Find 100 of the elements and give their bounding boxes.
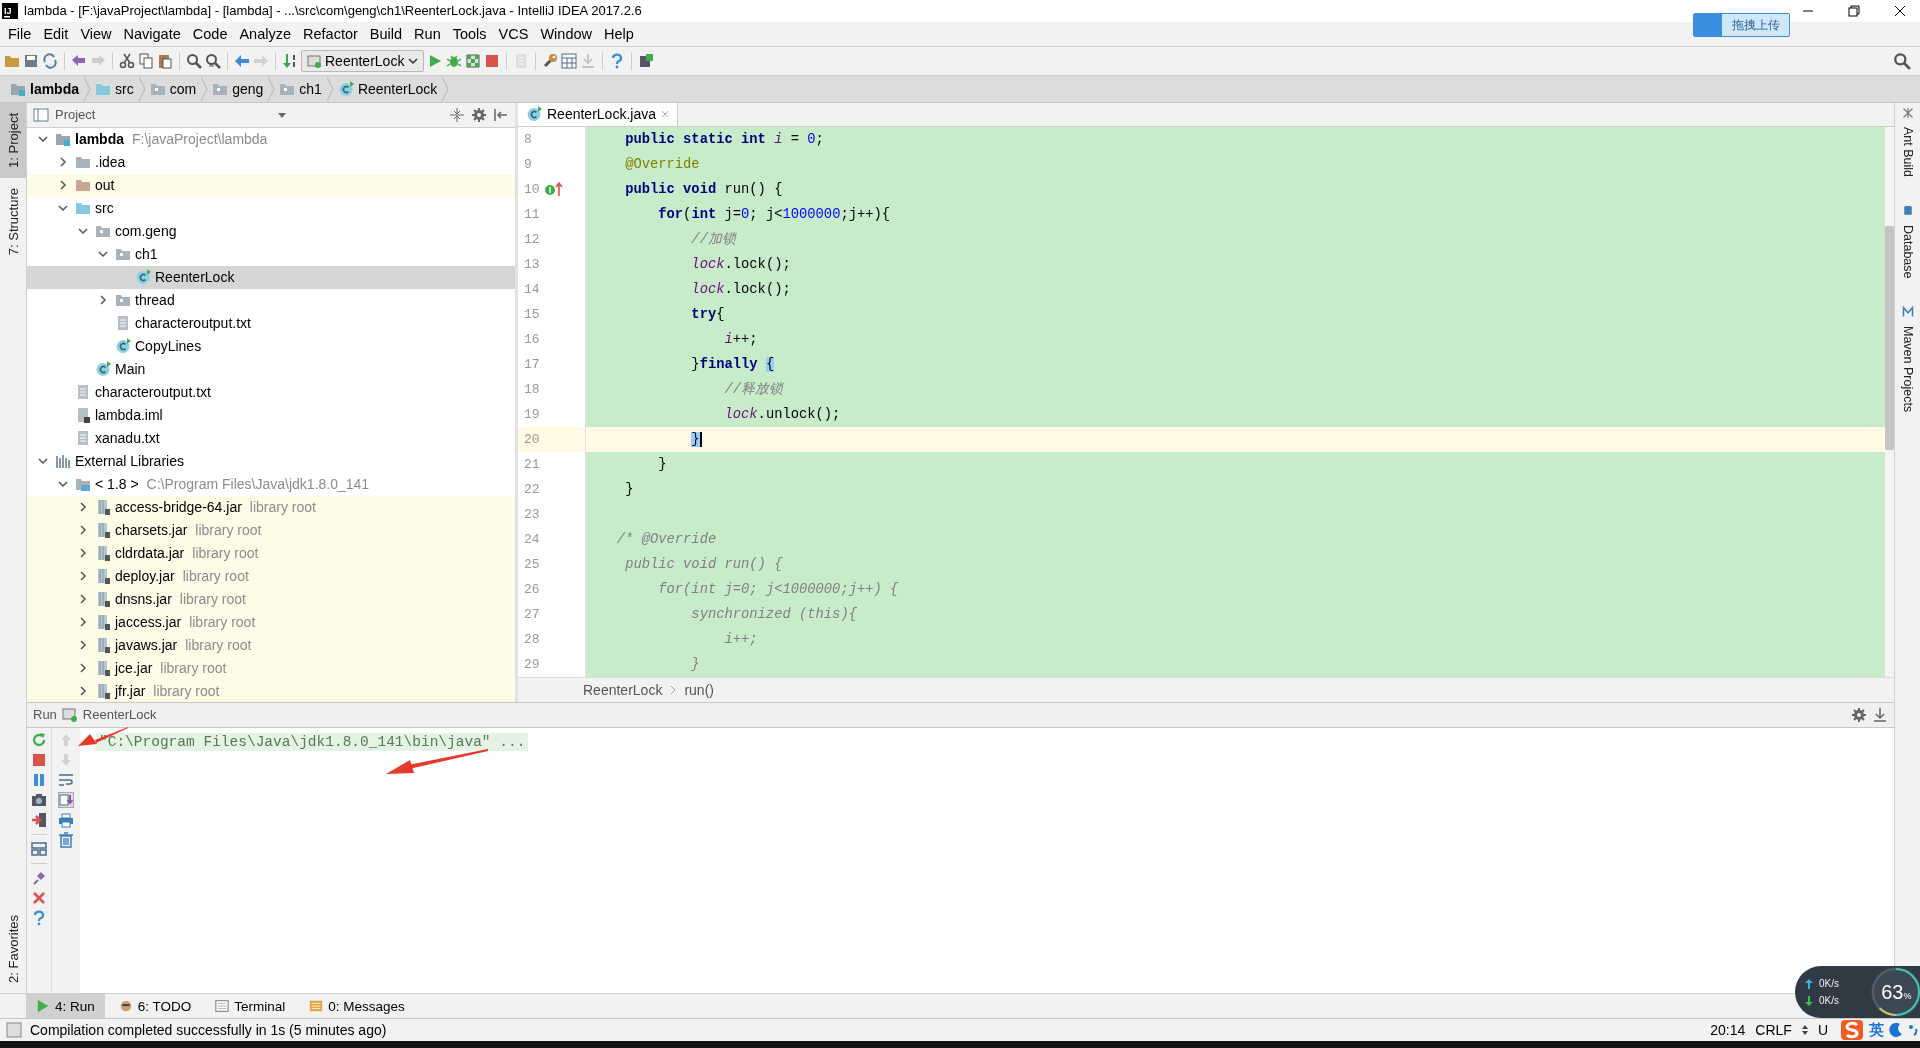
menu-item[interactable]: Tools bbox=[446, 22, 493, 45]
tree-row[interactable]: out bbox=[27, 173, 515, 197]
collapse-chevron-icon[interactable] bbox=[58, 479, 68, 490]
expand-chevron-icon[interactable] bbox=[98, 295, 108, 306]
collapse-chevron-icon[interactable] bbox=[38, 456, 48, 467]
tool-window-tab[interactable]: 1: Project bbox=[0, 102, 26, 178]
menu-item[interactable]: VCS bbox=[492, 22, 535, 45]
tree-row[interactable]: jce.jar library root bbox=[27, 656, 515, 680]
expand-chevron-icon[interactable] bbox=[78, 548, 88, 559]
menu-item[interactable]: Help bbox=[598, 22, 640, 45]
tool-window-tab[interactable]: Maven Projects bbox=[1895, 320, 1920, 419]
pause-icon[interactable] bbox=[31, 771, 47, 788]
menu-item[interactable]: Edit bbox=[37, 22, 75, 45]
collapse-chevron-icon[interactable] bbox=[98, 249, 108, 260]
breadcrumb-item[interactable]: com bbox=[145, 76, 201, 101]
coverage-icon[interactable] bbox=[465, 52, 482, 69]
close-icon[interactable] bbox=[1894, 4, 1906, 17]
search-icon[interactable] bbox=[1893, 51, 1911, 70]
menu-item[interactable]: Code bbox=[186, 22, 234, 45]
tree-row[interactable]: lambda.iml bbox=[27, 403, 515, 427]
tree-row[interactable]: < 1.8 > C:\Program Files\Java\jdk1.8.0_141 bbox=[27, 472, 515, 496]
debug-icon[interactable] bbox=[446, 52, 463, 69]
scrollbar-thumb[interactable] bbox=[1885, 225, 1894, 450]
menu-item[interactable]: Window bbox=[534, 22, 598, 45]
breadcrumb-item[interactable]: ReenterLock bbox=[333, 76, 442, 101]
tree-row[interactable]: External Libraries bbox=[27, 449, 515, 473]
tool-window-tab[interactable]: Terminal bbox=[205, 994, 296, 1019]
soft-wrap-icon[interactable] bbox=[58, 771, 74, 788]
input-method-logo[interactable] bbox=[1840, 1019, 1864, 1041]
menu-item[interactable]: View bbox=[74, 22, 118, 45]
grid-icon[interactable] bbox=[561, 52, 578, 69]
wrench-icon[interactable] bbox=[542, 52, 559, 69]
run-tab-label[interactable]: ReenterLock bbox=[82, 707, 157, 723]
settings-icon[interactable] bbox=[1851, 706, 1867, 723]
tree-row[interactable]: ch1 bbox=[27, 242, 515, 266]
menu-item[interactable]: Analyze bbox=[233, 22, 298, 45]
tree-row[interactable]: ReenterLock bbox=[27, 265, 515, 289]
print-icon[interactable] bbox=[58, 811, 74, 828]
replace-icon[interactable] bbox=[205, 52, 221, 69]
line-separator[interactable]: CRLF bbox=[1755, 1022, 1792, 1039]
tree-row[interactable]: src bbox=[27, 196, 515, 220]
tree-row[interactable]: xanadu.txt bbox=[27, 426, 515, 450]
expand-chevron-icon[interactable] bbox=[58, 157, 68, 168]
expand-chevron-icon[interactable] bbox=[78, 640, 88, 651]
input-mode[interactable]: 英 bbox=[1869, 1020, 1884, 1040]
run-config-dropdown[interactable]: ReenterLock bbox=[301, 49, 425, 72]
layout-icon[interactable] bbox=[31, 840, 47, 857]
expand-chevron-icon[interactable] bbox=[78, 686, 88, 697]
expand-chevron-icon[interactable] bbox=[78, 571, 88, 582]
breadcrumb-item[interactable]: run() bbox=[682, 681, 716, 698]
exit-icon[interactable] bbox=[31, 811, 47, 828]
stop-icon[interactable] bbox=[484, 52, 501, 69]
caret-position[interactable]: 20:14 bbox=[1710, 1022, 1746, 1039]
expand-chevron-icon[interactable] bbox=[78, 617, 88, 628]
menu-item[interactable]: File bbox=[2, 22, 38, 45]
tree-row[interactable]: thread bbox=[27, 288, 515, 312]
tree-row[interactable]: lambda F:\javaProject\lambda bbox=[27, 127, 515, 151]
tree-row[interactable]: javaws.jar library root bbox=[27, 633, 515, 657]
menu-item[interactable]: Build bbox=[363, 22, 409, 45]
tool-window-tab[interactable]: Ant Build bbox=[1895, 120, 1920, 183]
tree-row[interactable]: cldrdata.jar library root bbox=[27, 541, 515, 565]
search-icon[interactable] bbox=[186, 52, 202, 69]
tree-row[interactable]: com.geng bbox=[27, 219, 515, 243]
moon-icon[interactable] bbox=[1889, 1023, 1903, 1037]
breadcrumb-item[interactable]: lambda bbox=[6, 76, 83, 101]
tree-row[interactable]: characteroutput.txt bbox=[27, 311, 515, 335]
menu-item[interactable]: Navigate bbox=[117, 22, 187, 45]
tool-window-tab[interactable]: 2: Favorites bbox=[0, 905, 26, 994]
pin-icon[interactable] bbox=[31, 869, 47, 886]
restore-icon[interactable] bbox=[1848, 4, 1860, 17]
upload-widget[interactable]: 拖拽上传 bbox=[1693, 13, 1790, 37]
scroll-to-end-icon[interactable] bbox=[58, 791, 74, 808]
file-encoding[interactable]: U bbox=[1817, 1022, 1828, 1039]
camera-icon[interactable] bbox=[31, 791, 47, 808]
expand-chevron-icon[interactable] bbox=[78, 525, 88, 536]
paste-icon[interactable] bbox=[157, 52, 173, 69]
tool-window-tab[interactable]: 0: Messages bbox=[299, 994, 415, 1019]
punctuation-icon[interactable] bbox=[1908, 1023, 1918, 1037]
collapse-chevron-icon[interactable] bbox=[78, 226, 88, 237]
menu-item[interactable]: Refactor bbox=[297, 22, 364, 45]
save-icon[interactable] bbox=[23, 52, 39, 69]
tool-window-tab[interactable]: 7: Structure bbox=[0, 177, 26, 265]
collapse-chevron-icon[interactable] bbox=[58, 203, 68, 214]
tree-row[interactable]: jaccess.jar library root bbox=[27, 610, 515, 634]
expand-chevron-icon[interactable] bbox=[58, 180, 68, 191]
sync-icon[interactable] bbox=[42, 52, 58, 69]
expand-chevron-icon[interactable] bbox=[78, 663, 88, 674]
tree-row[interactable]: Main bbox=[27, 357, 515, 381]
breadcrumb-item[interactable]: ReenterLock bbox=[581, 681, 665, 698]
sdk-manager-icon[interactable] bbox=[638, 52, 655, 69]
menu-item[interactable]: Run bbox=[408, 22, 447, 45]
stop-icon[interactable] bbox=[31, 751, 47, 768]
hide-panel-icon[interactable] bbox=[493, 106, 509, 123]
tool-window-tab[interactable]: Database bbox=[1895, 218, 1920, 285]
tool-window-tab[interactable]: 4: Run bbox=[26, 994, 105, 1019]
breadcrumb-item[interactable]: ch1 bbox=[275, 76, 326, 101]
editor-tab[interactable]: ReenterLock.java bbox=[518, 102, 678, 126]
breadcrumb-item[interactable]: geng bbox=[208, 76, 268, 101]
tree-row[interactable]: charsets.jar library root bbox=[27, 518, 515, 542]
tree-row[interactable]: .idea bbox=[27, 150, 515, 174]
